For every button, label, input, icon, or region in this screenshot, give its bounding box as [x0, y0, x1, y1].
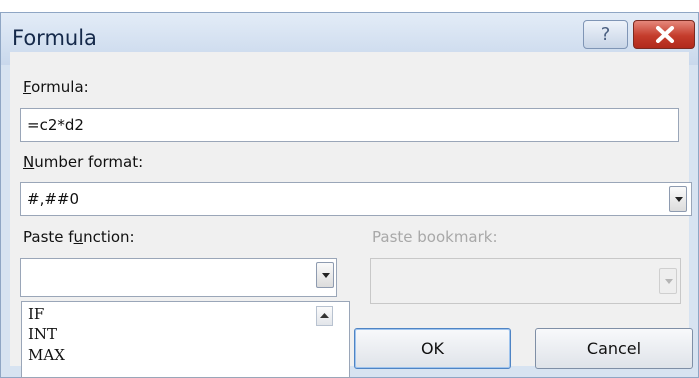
list-item[interactable]: INT [28, 325, 57, 343]
close-icon [656, 26, 674, 43]
close-button[interactable] [633, 20, 695, 49]
number-format-label: Number format: [23, 153, 144, 171]
help-button[interactable]: ? [583, 20, 628, 49]
list-scroll-up-button[interactable] [316, 306, 333, 326]
formula-input[interactable]: =c2*d2 [20, 108, 679, 142]
chevron-up-icon [320, 313, 329, 318]
chevron-down-icon [322, 273, 330, 278]
paste-bookmark-combobox [370, 258, 681, 304]
paste-function-combobox[interactable] [20, 258, 337, 297]
chevron-down-icon [665, 279, 673, 284]
formula-label: Formula: [23, 78, 89, 96]
dialog-title: Formula [12, 26, 97, 50]
list-item[interactable]: IF [28, 305, 44, 323]
number-format-combobox[interactable]: #,##0 [20, 182, 692, 216]
function-listbox[interactable]: IF INT MAX [21, 301, 350, 378]
number-format-dropdown-button[interactable] [669, 186, 687, 212]
paste-function-dropdown-button[interactable] [316, 262, 334, 288]
cancel-button[interactable]: Cancel [535, 328, 693, 369]
list-item[interactable]: MAX [28, 346, 65, 364]
ok-button[interactable]: OK [354, 328, 511, 369]
paste-bookmark-label: Paste bookmark: [372, 228, 498, 246]
paste-function-label: Paste function: [23, 228, 135, 246]
paste-bookmark-dropdown-button [659, 268, 677, 294]
number-format-value: #,##0 [27, 190, 80, 208]
chevron-down-icon [675, 197, 683, 202]
